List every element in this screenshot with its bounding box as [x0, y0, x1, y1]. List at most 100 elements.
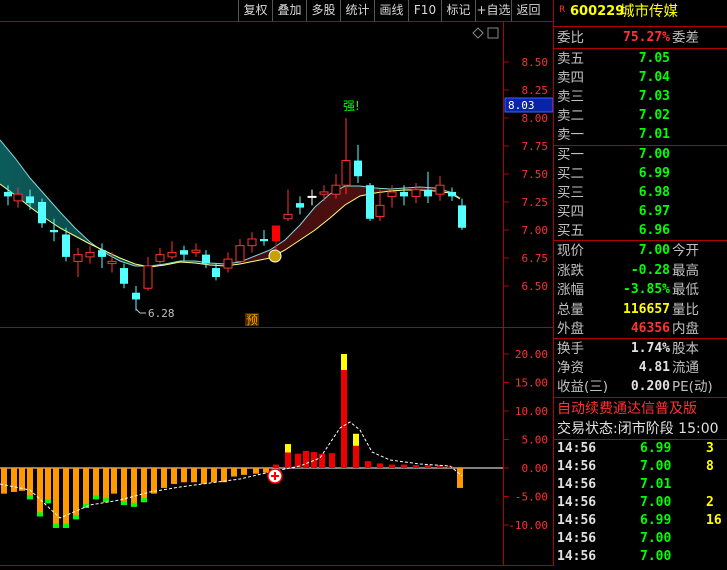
tick-price: 7.01	[640, 477, 672, 492]
indicator-bar	[181, 468, 187, 483]
fund-row: 收益(三) 0.200 PE(动)	[554, 378, 727, 396]
tick-row: 14:56 7.00	[554, 530, 727, 548]
fund-row-label2: 股本	[672, 341, 699, 357]
indicator-bar	[37, 468, 43, 517]
indicator-bar	[221, 468, 227, 483]
indicator-bar	[111, 468, 117, 494]
indicator-bar	[27, 468, 33, 500]
candle-body	[296, 203, 304, 208]
divider	[554, 48, 727, 49]
buy-row-label: 买五	[557, 223, 584, 239]
stock-name: 城市传媒	[620, 4, 678, 20]
quote-row-value: 7.00	[638, 243, 670, 258]
toolbar-button-3[interactable]: 统计	[340, 0, 374, 21]
toolbar-button-5[interactable]: F10	[408, 0, 441, 21]
tick-volume: 8	[706, 459, 714, 474]
candle-body	[202, 254, 210, 264]
buy-row: 买四 6.97	[554, 203, 727, 221]
tick-row: 14:56 6.99 16	[554, 512, 727, 530]
toolbar-button-0[interactable]: 复权	[238, 0, 272, 21]
indicator-bar	[11, 468, 17, 492]
candle-body	[50, 230, 58, 233]
candle-body	[120, 268, 128, 284]
price-axis-label: 8.25	[522, 84, 549, 97]
indicator-bar	[365, 461, 371, 468]
candle-body	[143, 265, 153, 289]
sell-row-label: 卖三	[557, 89, 584, 105]
fund-row: 净资 4.81 流通	[554, 359, 727, 377]
low-price-label: 6.28	[148, 307, 175, 320]
quote-row-value: 46356	[630, 321, 670, 336]
candle-body	[73, 254, 83, 262]
indicator-bar-cap	[121, 501, 127, 506]
divider	[554, 397, 727, 398]
fund-row-value: 0.200	[630, 379, 670, 394]
toolbar-button-8[interactable]: 返回	[511, 0, 545, 21]
quote-row-label2: 最高	[672, 262, 699, 279]
vol-axis-label: 5.00	[522, 434, 549, 447]
candle-body	[26, 196, 34, 204]
indicator-bar	[201, 468, 207, 484]
candle-body	[458, 205, 466, 228]
indicator-bar-cap	[45, 499, 51, 504]
candle-body	[424, 189, 432, 197]
indicator-bar	[83, 468, 89, 508]
indicator-bar-cap	[353, 433, 359, 446]
indicator-bar	[413, 465, 419, 468]
buy-row-label: 买四	[557, 204, 584, 220]
sell-row-value: 7.01	[638, 127, 670, 142]
kline-chart[interactable]: 8.50 8.25 8.00 7.75 7.50 7.25 7.00 6.75 6.50 8.03…	[0, 0, 554, 566]
ad-text[interactable]: 自动续费通达信普及版	[557, 400, 697, 418]
indicator-bar	[211, 468, 217, 483]
quote-row-label: 涨跌	[557, 262, 584, 279]
candle-body	[4, 191, 12, 197]
quote-row: 现价 7.00 今开	[554, 242, 727, 260]
indicator-bar	[273, 464, 279, 468]
fund-row-label: 收益(三)	[557, 379, 609, 395]
indicator-bar	[231, 468, 237, 477]
candle-body	[180, 250, 188, 255]
indicator-bar	[93, 468, 99, 500]
candle-body	[341, 160, 351, 186]
r-badge: R	[559, 5, 566, 15]
price-axis-label: 7.50	[522, 168, 549, 181]
kline-chart-area[interactable]: 8.50 8.25 8.00 7.75 7.50 7.25 7.00 6.75 6.50 8.03…	[0, 0, 554, 566]
toolbar-button-2[interactable]: 多股	[306, 0, 340, 21]
sell-row-value: 7.04	[638, 70, 670, 85]
sell-row-label: 卖二	[557, 108, 584, 124]
indicator-bar-cap	[93, 495, 99, 500]
sell-row-value: 7.03	[638, 89, 670, 104]
toolbar-button-6[interactable]: 标记	[441, 0, 475, 21]
quote-row-label: 涨幅	[557, 282, 584, 298]
indicator-bar	[53, 468, 59, 528]
buy-row-label: 买三	[557, 185, 584, 201]
sell-row-value: 7.05	[638, 51, 670, 66]
indicator-bar	[329, 453, 335, 468]
indicator-bar	[401, 464, 407, 468]
strong-signal-label: 强!	[343, 99, 360, 113]
low-marker-line	[135, 308, 141, 314]
indicator-bar	[425, 465, 431, 468]
candle-body	[354, 160, 362, 177]
sell-row-value: 7.02	[638, 108, 670, 123]
toolbar-button-7[interactable]: +自选	[475, 0, 511, 21]
indicator-bar-cap	[131, 502, 137, 507]
buy-row-value: 6.99	[638, 166, 670, 181]
toolbar-button-4[interactable]: 画线	[374, 0, 408, 21]
tick-price: 7.00	[640, 531, 672, 546]
commission-value: 75.27%	[623, 30, 670, 45]
buy-row: 买三 6.98	[554, 184, 727, 202]
tick-time: 14:56	[557, 441, 597, 456]
diamond-icon	[472, 27, 484, 39]
indicator-bar	[377, 463, 383, 468]
tick-time: 14:56	[557, 495, 597, 510]
ad-banner[interactable]: 自动续费通达信普及版	[554, 400, 727, 420]
tick-row: 14:56 7.01	[554, 476, 727, 494]
sell-row: 卖五 7.05	[554, 50, 727, 68]
indicator-bar-cap	[37, 512, 43, 517]
divider	[554, 338, 727, 339]
candle-body	[331, 184, 341, 195]
price-axis-label: 7.75	[522, 140, 549, 153]
quote-row-label2: 量比	[672, 301, 699, 318]
toolbar-button-1[interactable]: 叠加	[272, 0, 306, 21]
